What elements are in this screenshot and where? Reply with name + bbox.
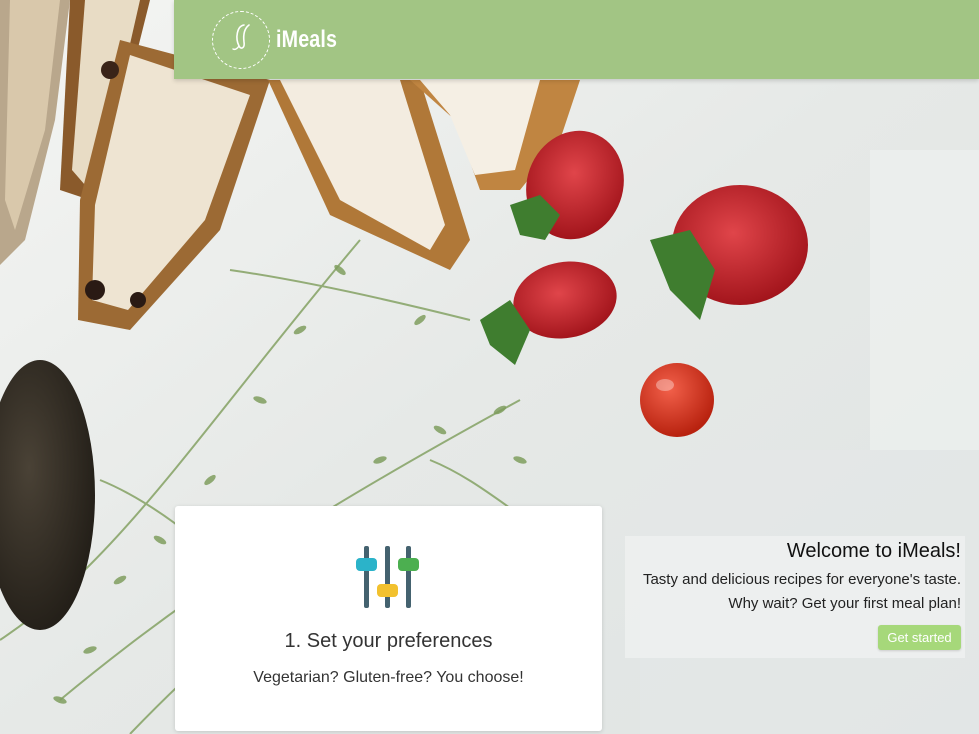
welcome-tagline: Tasty and delicious recipes for everyone… <box>642 571 961 588</box>
top-header: iMeals <box>174 0 979 79</box>
welcome-title: Welcome to iMeals! <box>786 540 961 562</box>
cherry-tomato <box>640 363 714 437</box>
get-started-button[interactable]: Get started <box>878 625 961 650</box>
welcome-cta-text: Why wait? Get your first meal plan! <box>728 595 961 612</box>
leaf-script-logo-icon <box>227 22 255 57</box>
feature-card-title: 1. Set your preferences <box>284 630 493 652</box>
feature-card-preferences: 1. Set your preferences Vegetarian? Glut… <box>175 506 602 731</box>
feature-card-text: Vegetarian? Gluten-free? You choose! <box>253 669 524 686</box>
welcome-panel: Welcome to iMeals! Tasty and delicious r… <box>625 536 965 658</box>
sliders-icon <box>355 544 421 612</box>
brand-logo-link[interactable]: iMeals <box>212 10 351 69</box>
logo-badge <box>212 10 270 69</box>
brand-name: iMeals <box>276 25 338 53</box>
